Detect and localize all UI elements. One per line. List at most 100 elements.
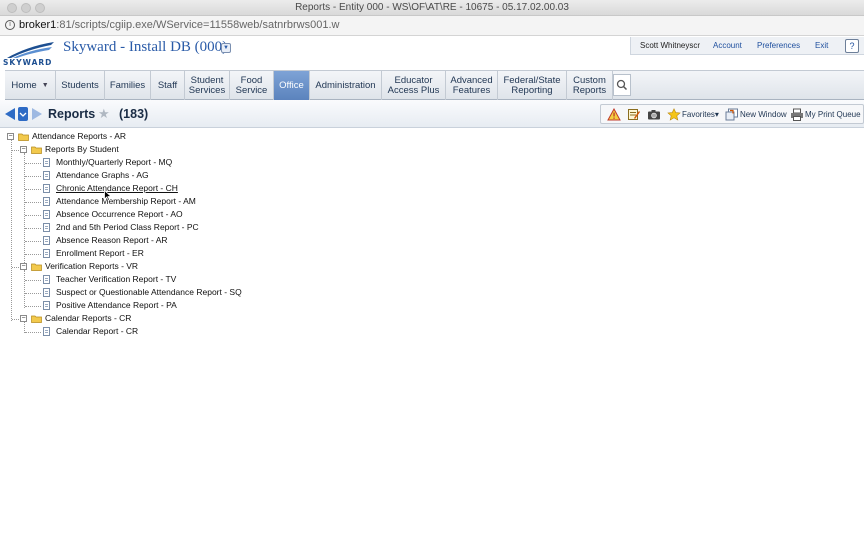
new-window-icon[interactable] [725, 108, 739, 121]
tree-leaf-label[interactable]: Calendar Report - CR [56, 326, 138, 336]
tree-node-group[interactable]: − Reports By Student [0, 144, 200, 157]
tab-food-service[interactable]: Food Service [230, 71, 274, 100]
tree-connector-line [25, 306, 41, 307]
report-document-icon [43, 184, 50, 193]
favorites-label: Favorites [682, 110, 715, 119]
tree-leaf-report[interactable]: Monthly/Quarterly Report - MQ [0, 157, 260, 170]
magnifier-icon [616, 79, 628, 91]
favorites-menu[interactable]: Favorites▾ [682, 110, 719, 119]
tree-leaf-label[interactable]: 2nd and 5th Period Class Report - PC [56, 222, 199, 232]
tree-node-label[interactable]: Attendance Reports - AR [32, 131, 126, 141]
alert-icon[interactable] [607, 108, 621, 121]
tree-node-label[interactable]: Calendar Reports - CR [45, 313, 131, 323]
tree-connector-line [25, 215, 41, 216]
skyward-logo[interactable]: SKYWARD [3, 39, 57, 69]
tree-leaf-report[interactable]: 2nd and 5th Period Class Report - PC [0, 222, 260, 235]
tree-leaf-report[interactable]: Calendar Report - CR [0, 326, 260, 339]
url-host: broker1 [19, 19, 57, 31]
tree-leaf-label[interactable]: Absence Reason Report - AR [56, 235, 168, 245]
collapse-icon[interactable]: − [20, 263, 27, 270]
tree-leaf-report[interactable]: Positive Attendance Report - PA [0, 300, 300, 313]
tree-node-group[interactable]: − Calendar Reports - CR [0, 313, 200, 326]
camera-icon[interactable] [647, 108, 661, 121]
account-link[interactable]: Account [713, 41, 742, 50]
report-document-icon [43, 158, 50, 167]
tree-leaf-report[interactable]: Chronic Attendance Report - CH [0, 183, 260, 196]
tab-students[interactable]: Students [56, 71, 105, 100]
tree-leaf-report[interactable]: Suspect or Questionable Attendance Repor… [0, 287, 300, 300]
tab-label: Administration [315, 79, 376, 91]
tab-administration[interactable]: Administration [310, 71, 382, 100]
nav-search-button[interactable] [613, 74, 631, 96]
tree-leaf-report[interactable]: Teacher Verification Report - TV [0, 274, 300, 287]
tree-leaf-label[interactable]: Attendance Membership Report - AM [56, 196, 196, 206]
tree-node-root[interactable]: − Attendance Reports - AR [0, 131, 200, 144]
collapse-icon[interactable]: − [7, 133, 14, 140]
address-bar[interactable]: i broker1:81/scripts/cgiip.exe/WService=… [0, 16, 864, 36]
window-title: Reports - Entity 000 - WS\OF\AT\RE - 106… [295, 2, 569, 13]
tree-node-label[interactable]: Reports By Student [45, 144, 119, 154]
tab-label: Food Service [235, 74, 268, 96]
report-tree: − Attendance Reports - AR − Reports By S… [0, 128, 864, 540]
tree-leaf-label[interactable]: Attendance Graphs - AG [56, 170, 149, 180]
tab-staff[interactable]: Staff [151, 71, 185, 100]
collapse-icon[interactable]: − [20, 146, 27, 153]
tab-student-services[interactable]: Student Services [185, 71, 230, 100]
tree-connector-line [25, 176, 41, 177]
tree-connector-line [12, 319, 19, 320]
tree-leaf-label[interactable]: Monthly/Quarterly Report - MQ [56, 157, 172, 167]
new-window-button[interactable]: New Window [740, 110, 787, 119]
printer-icon[interactable] [790, 108, 804, 121]
tab-home[interactable]: Home ▼ [5, 71, 56, 100]
tree-leaf-label[interactable]: Suspect or Questionable Attendance Repor… [56, 287, 242, 297]
tree-leaf-report[interactable]: Attendance Graphs - AG [0, 170, 260, 183]
tree-leaf-report[interactable]: Absence Occurrence Report - AO [0, 209, 260, 222]
tree-leaf-report[interactable]: Enrollment Report - ER [0, 248, 260, 261]
url-path: :81/scripts/cgiip.exe/WService=11558web/… [56, 19, 340, 31]
tree-leaf-label[interactable]: Teacher Verification Report - TV [56, 274, 176, 284]
user-name: Scott Whitneyscr [640, 41, 701, 50]
tree-connector-line [12, 267, 19, 268]
tree-leaf-label[interactable]: Positive Attendance Report - PA [56, 300, 177, 310]
app-title: Skyward - Install DB (000) [63, 39, 228, 55]
tab-label: Federal/State Reporting [503, 74, 561, 96]
open-folder-icon [18, 133, 29, 141]
tree-connector-line [25, 189, 41, 190]
database-dropdown-icon[interactable]: ▼ [221, 43, 231, 53]
favorite-star-icon[interactable]: ★ [98, 107, 110, 120]
tree-connector-line [25, 202, 41, 203]
help-button[interactable]: ? [845, 39, 859, 53]
back-arrow-icon[interactable] [5, 108, 15, 120]
favorites-star-icon[interactable] [667, 108, 681, 121]
tree-node-label[interactable]: Verification Reports - VR [45, 261, 138, 271]
tree-connector-line [25, 163, 41, 164]
tab-advanced-features[interactable]: Advanced Features [446, 71, 498, 100]
tree-leaf-label[interactable]: Chronic Attendance Report - CH [56, 183, 178, 193]
tree-node-group[interactable]: − Verification Reports - VR [0, 261, 200, 274]
tab-families[interactable]: Families [105, 71, 151, 100]
tree-leaf-label[interactable]: Enrollment Report - ER [56, 248, 144, 258]
chevron-down-icon[interactable]: ▼ [42, 81, 49, 91]
tree-connector-line [25, 293, 41, 294]
collapse-icon[interactable]: − [20, 315, 27, 322]
tree-connector-line [25, 280, 41, 281]
tab-label: Student Services [188, 74, 226, 96]
open-folder-icon [31, 263, 42, 271]
history-menu-icon[interactable] [18, 107, 28, 121]
tab-label: Advanced Features [450, 74, 493, 96]
site-info-icon[interactable]: i [5, 20, 15, 30]
forward-arrow-icon[interactable] [32, 108, 42, 120]
notes-icon[interactable] [627, 108, 641, 121]
tab-federal-state-reporting[interactable]: Federal/State Reporting [498, 71, 567, 100]
tab-custom-reports[interactable]: Custom Reports [567, 71, 613, 100]
tab-office[interactable]: Office [274, 71, 310, 100]
tab-educator-access-plus[interactable]: Educator Access Plus [382, 71, 446, 100]
tree-leaf-report[interactable]: Attendance Membership Report - AM [0, 196, 260, 209]
print-queue-button[interactable]: My Print Queue [805, 110, 861, 119]
tree-leaf-report[interactable]: Absence Reason Report - AR [0, 235, 260, 248]
url-text[interactable]: broker1:81/scripts/cgiip.exe/WService=11… [19, 19, 339, 31]
exit-link[interactable]: Exit [815, 41, 828, 50]
tree-leaf-label[interactable]: Absence Occurrence Report - AO [56, 209, 183, 219]
preferences-link[interactable]: Preferences [757, 41, 800, 50]
tab-home-label: Home [11, 79, 37, 91]
